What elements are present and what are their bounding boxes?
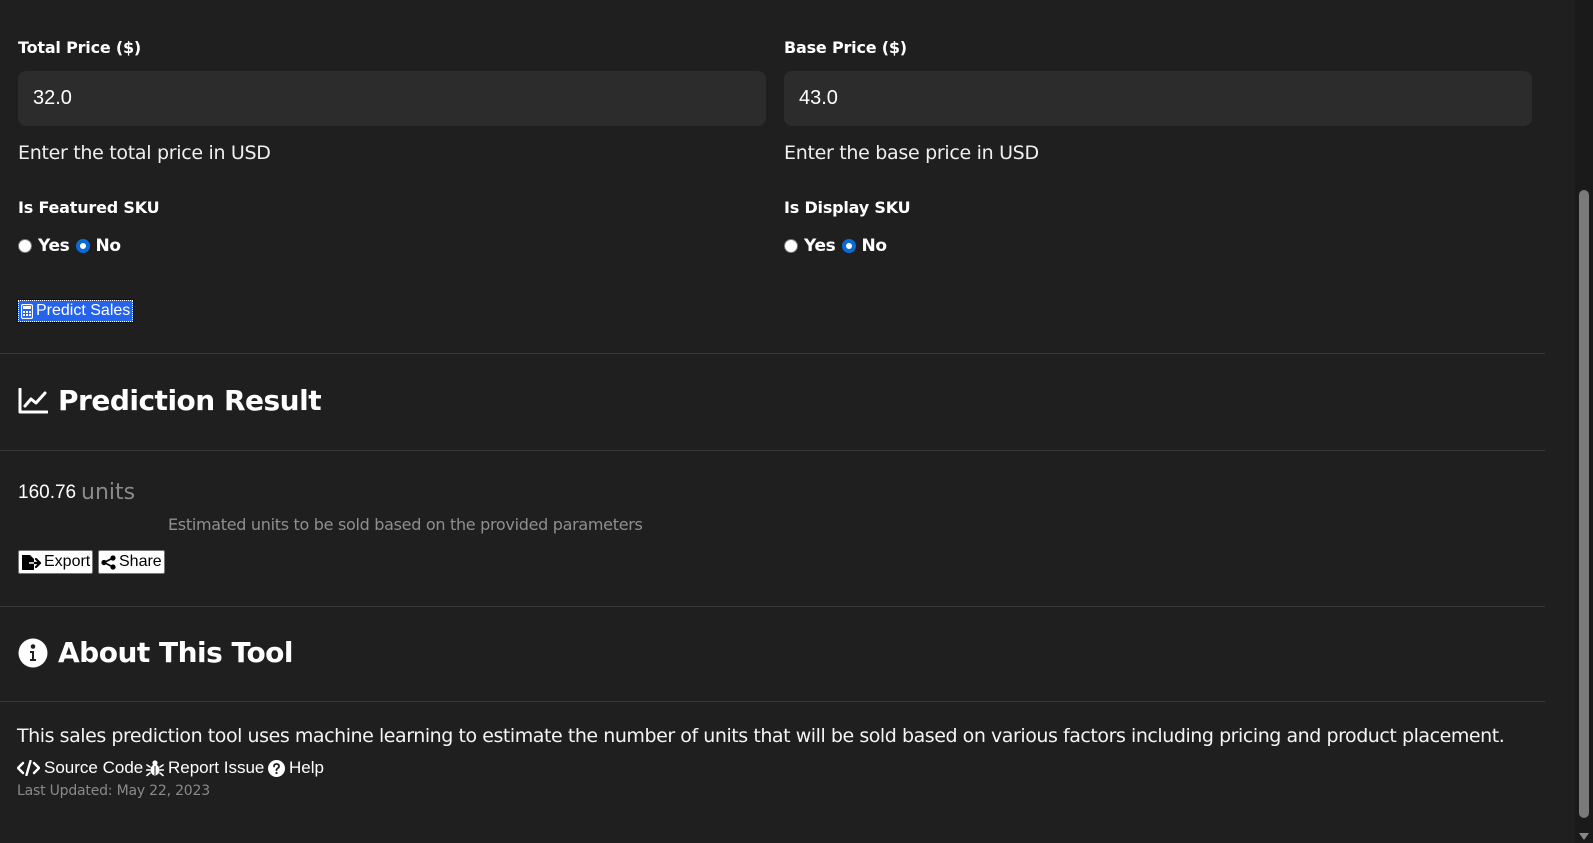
about-heading: About This Tool xyxy=(18,636,294,669)
display-sku-no-label[interactable]: No xyxy=(862,236,888,256)
code-icon xyxy=(17,760,40,776)
share-button[interactable]: Share xyxy=(98,550,165,574)
line-chart-icon xyxy=(18,387,48,413)
report-issue-label: Report Issue xyxy=(168,758,265,777)
help-link[interactable]: Help xyxy=(268,756,324,780)
prediction-description: Estimated units to be sold based on the … xyxy=(168,515,643,534)
about-description: This sales prediction tool uses machine … xyxy=(17,725,1505,747)
section-divider xyxy=(0,450,1545,451)
prediction-result-title: Prediction Result xyxy=(58,384,322,417)
section-divider xyxy=(0,353,1545,354)
bug-icon xyxy=(146,760,164,777)
vertical-scrollbar[interactable] xyxy=(1575,0,1593,843)
base-price-label: Base Price ($) xyxy=(784,38,907,57)
total-price-field: Total Price ($) Enter the total price in… xyxy=(18,38,766,164)
question-circle-icon xyxy=(268,759,285,777)
section-divider xyxy=(0,701,1545,702)
info-circle-icon xyxy=(18,638,48,667)
about-title: About This Tool xyxy=(58,636,294,669)
base-price-input[interactable] xyxy=(784,71,1532,126)
featured-sku-yes-radio[interactable] xyxy=(18,239,32,253)
predict-sales-button[interactable]: Predict Sales xyxy=(16,299,135,323)
source-code-link[interactable]: Source Code xyxy=(17,756,144,780)
help-label: Help xyxy=(289,758,324,777)
predict-sales-label: Predict Sales xyxy=(36,302,131,319)
share-label: Share xyxy=(119,553,162,570)
total-price-label: Total Price ($) xyxy=(18,38,142,57)
section-divider xyxy=(0,606,1545,607)
prediction-result-heading: Prediction Result xyxy=(18,384,322,417)
prediction-unit: units xyxy=(81,480,136,505)
total-price-input[interactable] xyxy=(18,71,766,126)
scroll-down-arrow-icon[interactable] xyxy=(1579,833,1589,840)
last-updated: Last Updated: May 22, 2023 xyxy=(17,783,210,799)
display-sku-no-radio[interactable] xyxy=(841,239,856,253)
featured-sku-yes-label[interactable]: Yes xyxy=(38,236,70,256)
featured-sku-no-label[interactable]: No xyxy=(96,236,122,256)
base-price-help: Enter the base price in USD xyxy=(784,142,1039,164)
display-sku-radio-group: Yes No xyxy=(784,236,893,256)
calculator-icon xyxy=(21,303,33,319)
export-label: Export xyxy=(44,553,91,570)
page: Total Price ($) Enter the total price in… xyxy=(0,0,1575,843)
total-price-help: Enter the total price in USD xyxy=(18,142,271,164)
scrollbar-thumb[interactable] xyxy=(1579,190,1589,818)
prediction-value: 160.76 xyxy=(18,482,77,503)
featured-sku-no-radio[interactable] xyxy=(75,239,90,253)
display-sku-label: Is Display SKU xyxy=(784,198,911,217)
featured-sku-radio-group: Yes No xyxy=(18,236,127,256)
source-code-label: Source Code xyxy=(44,758,144,777)
share-icon xyxy=(101,554,116,570)
file-export-icon xyxy=(22,554,41,570)
export-button[interactable]: Export xyxy=(18,550,94,574)
base-price-field: Base Price ($) Enter the base price in U… xyxy=(784,38,1532,164)
report-issue-link[interactable]: Report Issue xyxy=(146,756,265,780)
display-sku-yes-radio[interactable] xyxy=(784,239,798,253)
display-sku-yes-label[interactable]: Yes xyxy=(804,236,836,256)
featured-sku-label: Is Featured SKU xyxy=(18,198,160,217)
